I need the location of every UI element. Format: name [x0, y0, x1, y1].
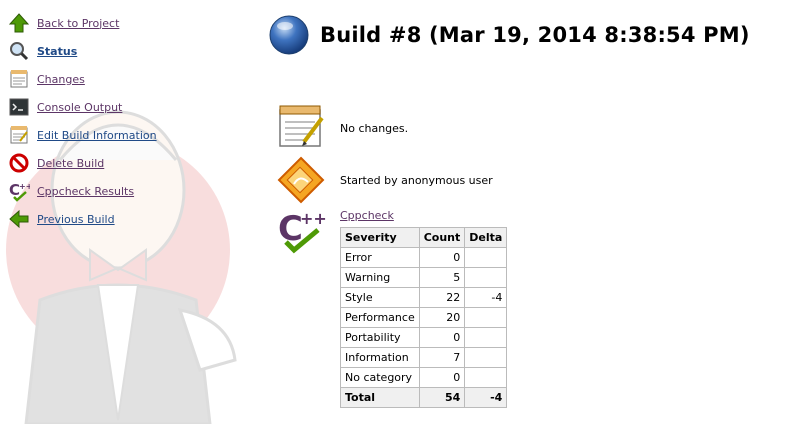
severity-cell: Error	[340, 247, 420, 268]
cause-icon	[277, 156, 325, 204]
sidebar-item-label[interactable]: Console Output	[37, 101, 122, 114]
terminal-icon	[8, 96, 30, 118]
count-cell: 0	[418, 327, 466, 348]
sidebar: Back to Project Status Changes Console O…	[8, 9, 248, 233]
notepad-icon	[8, 68, 30, 90]
table-header-row: Severity Count Delta	[340, 227, 508, 248]
severity-cell: Total	[340, 387, 420, 408]
count-cell: 7	[418, 347, 466, 368]
sidebar-item-label[interactable]: Edit Build Information	[37, 129, 157, 142]
count-cell: 20	[418, 307, 466, 328]
delta-cell	[464, 247, 508, 268]
severity-cell: No category	[340, 367, 420, 388]
sidebar-item-label[interactable]: Status	[37, 45, 77, 58]
delta-cell	[464, 267, 508, 288]
table-row: Information 7	[340, 347, 508, 368]
notepad-icon	[8, 124, 30, 146]
cause-text: Started by anonymous user	[340, 174, 493, 187]
notepad-icon	[279, 105, 324, 147]
cause-row: Started by anonymous user	[276, 156, 493, 206]
sidebar-item-status[interactable]: Status	[8, 37, 248, 65]
svg-text:++: ++	[19, 182, 30, 191]
svg-text:++: ++	[300, 209, 326, 228]
delta-cell: -4	[464, 387, 508, 408]
column-header-severity: Severity	[340, 227, 420, 248]
table-row: Style 22 -4	[340, 287, 508, 308]
delta-cell	[464, 327, 508, 348]
left-arrow-icon	[8, 208, 30, 230]
status-ball-icon	[269, 15, 309, 55]
cppcheck-table: Severity Count Delta Error 0 Warning 5 S…	[340, 227, 508, 408]
count-cell: 54	[418, 387, 466, 408]
sidebar-item-back-to-project[interactable]: Back to Project	[8, 9, 248, 37]
table-row: Warning 5	[340, 267, 508, 288]
sidebar-item-label[interactable]: Cppcheck Results	[37, 185, 134, 198]
page-title: Build #8 (Mar 19, 2014 8:38:54 PM)	[320, 23, 750, 47]
sidebar-item-label[interactable]: Back to Project	[37, 17, 119, 30]
sidebar-item-edit-build-information[interactable]: Edit Build Information	[8, 121, 248, 149]
sidebar-item-previous-build[interactable]: Previous Build	[8, 205, 248, 233]
severity-cell: Information	[340, 347, 420, 368]
changes-row: No changes.	[276, 102, 408, 152]
no-entry-icon	[8, 152, 30, 174]
delta-cell	[464, 307, 508, 328]
cppcheck-icon: C ++	[278, 209, 326, 254]
sidebar-item-delete-build[interactable]: Delete Build	[8, 149, 248, 177]
sidebar-item-label[interactable]: Previous Build	[37, 213, 115, 226]
severity-cell: Performance	[340, 307, 420, 328]
sidebar-item-changes[interactable]: Changes	[8, 65, 248, 93]
cppcheck-link[interactable]: Cppcheck	[340, 209, 394, 222]
sidebar-item-cppcheck-results[interactable]: C ++ Cppcheck Results	[8, 177, 248, 205]
cppcheck-icon: C ++	[8, 180, 30, 202]
count-cell: 5	[418, 267, 466, 288]
severity-cell: Warning	[340, 267, 420, 288]
column-header-count: Count	[418, 227, 466, 248]
count-cell: 0	[418, 247, 466, 268]
sidebar-item-console-output[interactable]: Console Output	[8, 93, 248, 121]
count-cell: 0	[418, 367, 466, 388]
table-row: Performance 20	[340, 307, 508, 328]
severity-cell: Portability	[340, 327, 420, 348]
table-row: Error 0	[340, 247, 508, 268]
column-header-delta: Delta	[464, 227, 508, 248]
changes-text: No changes.	[340, 122, 409, 135]
sidebar-item-label[interactable]: Changes	[37, 73, 85, 86]
table-total-row: Total 54 -4	[340, 387, 508, 408]
up-arrow-icon	[8, 12, 30, 34]
table-row: No category 0	[340, 367, 508, 388]
severity-cell: Style	[340, 287, 420, 308]
sidebar-item-label[interactable]: Delete Build	[37, 157, 104, 170]
delta-cell	[464, 367, 508, 388]
magnifier-icon	[8, 40, 30, 62]
page-header: Build #8 (Mar 19, 2014 8:38:54 PM)	[268, 14, 750, 56]
cppcheck-row: C ++	[276, 206, 326, 256]
table-row: Portability 0	[340, 327, 508, 348]
delta-cell	[464, 347, 508, 368]
delta-cell: -4	[464, 287, 508, 308]
count-cell: 22	[418, 287, 466, 308]
